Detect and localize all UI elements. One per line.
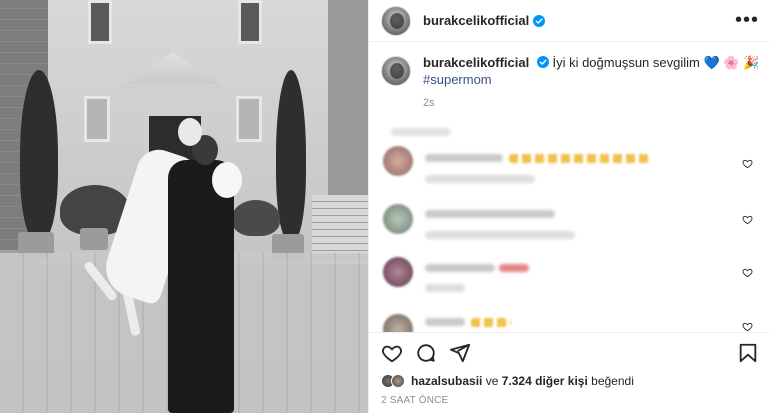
blurred-emojis <box>509 154 649 163</box>
post-photo[interactable] <box>0 0 368 413</box>
avatar <box>383 146 413 176</box>
blue-heart-icon: 💙 <box>703 55 720 70</box>
photo-tree <box>276 70 306 240</box>
photo-bride-head <box>178 118 202 146</box>
blurred-emojis <box>471 318 511 327</box>
avatar <box>383 257 413 287</box>
avatar[interactable] <box>381 5 411 36</box>
blurred-text <box>425 231 575 239</box>
heart-icon[interactable] <box>742 158 753 169</box>
caption-username[interactable]: burakcelikofficial <box>423 55 529 70</box>
blurred-text <box>425 318 465 326</box>
post-header: burakcelikofficial ••• <box>369 0 770 42</box>
photo-window <box>84 96 110 142</box>
blurred-text <box>425 175 535 183</box>
blurred-text <box>425 210 555 218</box>
blurred-emojis <box>499 264 529 272</box>
heart-icon[interactable] <box>742 214 753 225</box>
photo-window <box>88 0 112 44</box>
heart-icon[interactable] <box>742 267 753 278</box>
blurred-text <box>425 154 503 162</box>
photo-tree <box>20 70 58 240</box>
likes-connector: ve <box>485 374 499 388</box>
post-side-panel: burakcelikofficial ••• burakcelikofficia… <box>368 0 770 413</box>
photo-bush <box>232 200 280 236</box>
avatar[interactable] <box>381 56 411 86</box>
bookmark-icon[interactable] <box>737 342 759 364</box>
post-caption: burakcelikofficial İyi ki doğmuşsun sevg… <box>381 54 761 112</box>
party-popper-icon: 🎉 <box>743 55 760 70</box>
post-actions-bar <box>369 332 770 372</box>
likes-others-count[interactable]: 7.324 diğer kişi <box>502 374 588 388</box>
photo-window <box>236 96 262 142</box>
verified-badge-icon <box>536 56 549 68</box>
caption-time: 2s <box>423 97 435 109</box>
likes-suffix: beğendi <box>591 374 634 388</box>
likes-first-user[interactable]: hazalsubasii <box>411 374 482 388</box>
blurred-text <box>425 284 465 292</box>
more-options-icon[interactable]: ••• <box>735 10 759 30</box>
verified-badge-icon <box>533 14 546 27</box>
comment-icon[interactable] <box>415 342 437 364</box>
photo-pot <box>80 228 108 250</box>
likes-text: hazalsubasii ve 7.324 diğer kişi beğendi <box>411 374 634 388</box>
header-username[interactable]: burakcelikofficial <box>423 13 529 28</box>
photo-window <box>238 0 262 44</box>
photo-bouquet <box>212 162 242 198</box>
avatar <box>383 314 413 332</box>
photo-groom <box>168 160 234 413</box>
comments-list <box>381 118 761 332</box>
heart-icon[interactable] <box>742 321 753 332</box>
caption-body: burakcelikofficial İyi ki doğmuşsun sevg… <box>423 54 759 112</box>
blurred-text <box>425 264 495 272</box>
instagram-post: burakcelikofficial ••• burakcelikofficia… <box>0 0 770 413</box>
likes-summary[interactable]: hazalsubasii ve 7.324 diğer kişi beğendi <box>381 374 634 388</box>
blurred-text <box>391 128 451 136</box>
caption-text: İyi ki doğmuşsun sevgilim <box>552 55 700 70</box>
flower-icon: 🌸 <box>723 55 740 70</box>
share-icon[interactable] <box>449 342 471 364</box>
avatar <box>383 204 413 234</box>
heart-icon[interactable] <box>381 342 403 364</box>
post-timestamp: 2 SAAT ÖNCE <box>381 395 449 406</box>
avatar <box>391 374 405 388</box>
caption-hashtag[interactable]: #supermom <box>423 71 759 88</box>
